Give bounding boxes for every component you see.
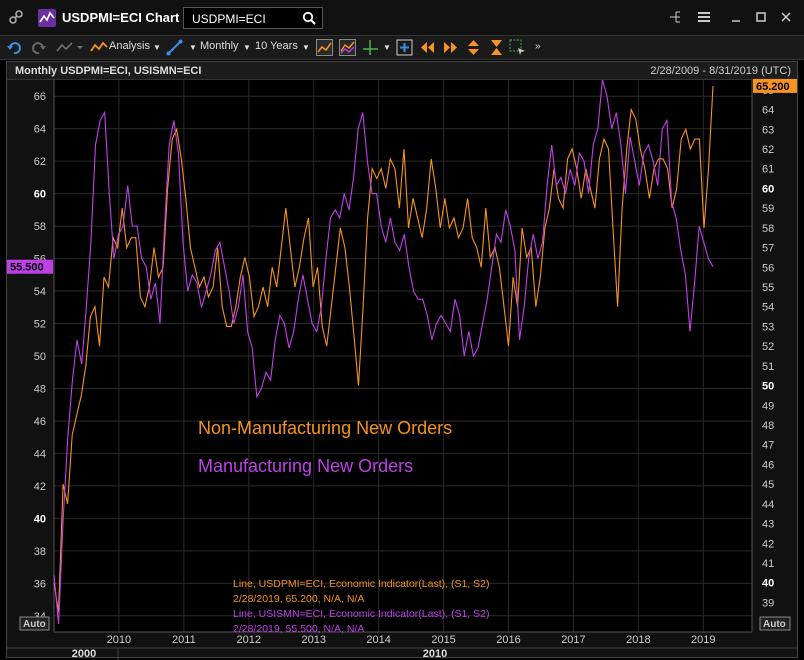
x-tick-label: 2014 <box>366 634 390 646</box>
left-tick-label: 42 <box>34 481 46 493</box>
x-major-label: 2000 <box>72 648 96 660</box>
info-line: Line, USISMN=ECI, Economic Indicator(Las… <box>233 608 489 620</box>
auto-left-label: Auto <box>23 619 46 630</box>
left-tick-label: 52 <box>34 319 46 331</box>
right-tick-label: 53 <box>762 321 774 333</box>
right-tick-label: 40 <box>762 578 774 590</box>
right-tick-label: 57 <box>762 243 774 255</box>
right-tick-label: 64 <box>762 105 774 117</box>
x-tick-label: 2017 <box>561 634 585 646</box>
right-tick-label: 50 <box>762 381 774 393</box>
right-tick-label: 45 <box>762 479 774 491</box>
left-tick-label: 58 <box>34 221 46 233</box>
left-tick-label: 36 <box>34 578 46 590</box>
last-value-orange: 65.200 <box>756 81 790 93</box>
x-tick-label: 2016 <box>496 634 520 646</box>
right-tick-label: 55 <box>762 282 774 294</box>
x-tick-label: 2012 <box>237 634 261 646</box>
left-tick-label: 38 <box>34 546 46 558</box>
auto-right-label: Auto <box>763 619 786 630</box>
left-tick-label: 44 <box>34 448 46 460</box>
right-tick-label: 42 <box>762 538 774 550</box>
x-tick-label: 2010 <box>107 634 131 646</box>
x-major-label: 2010 <box>423 648 447 660</box>
right-tick-label: 62 <box>762 144 774 156</box>
left-tick-label: 62 <box>34 156 46 168</box>
left-tick-label: 50 <box>34 351 46 363</box>
info-line: 2/28/2019, 65.200, N/A, N/A <box>233 593 364 605</box>
right-tick-label: 54 <box>762 302 774 314</box>
right-tick-label: 59 <box>762 203 774 215</box>
right-tick-label: 46 <box>762 459 774 471</box>
right-tick-label: 41 <box>762 558 774 570</box>
right-tick-label: 39 <box>762 597 774 609</box>
left-tick-label: 64 <box>34 124 46 136</box>
legend-non-manufacturing: Non-Manufacturing New Orders <box>198 418 452 438</box>
left-tick-label: 60 <box>34 189 46 201</box>
x-tick-label: 2013 <box>301 634 325 646</box>
right-tick-label: 51 <box>762 361 774 373</box>
info-line: 2/28/2019, 55.500, N/A, N/A <box>233 623 364 635</box>
left-tick-label: 40 <box>34 513 46 525</box>
legend-manufacturing: Manufacturing New Orders <box>198 456 413 476</box>
left-tick-label: 48 <box>34 383 46 395</box>
x-tick-label: 2015 <box>431 634 455 646</box>
chart-canvas[interactable]: 6664626058565452504846444240383634656463… <box>0 0 804 660</box>
right-tick-label: 58 <box>762 223 774 235</box>
x-tick-label: 2018 <box>626 634 650 646</box>
right-tick-label: 52 <box>762 341 774 353</box>
info-line: Line, USDPMI=ECI, Economic Indicator(Las… <box>233 578 489 590</box>
right-tick-label: 63 <box>762 124 774 136</box>
right-tick-label: 43 <box>762 519 774 531</box>
left-tick-label: 46 <box>34 416 46 428</box>
right-tick-label: 47 <box>762 440 774 452</box>
x-tick-label: 2011 <box>172 634 196 646</box>
right-tick-label: 49 <box>762 400 774 412</box>
left-tick-label: 54 <box>34 286 46 298</box>
last-value-purple: 55.500 <box>10 262 44 274</box>
right-tick-label: 56 <box>762 262 774 274</box>
left-tick-label: 66 <box>34 91 46 103</box>
right-tick-label: 44 <box>762 499 774 511</box>
right-tick-label: 48 <box>762 420 774 432</box>
x-tick-label: 2019 <box>691 634 715 646</box>
right-tick-label: 61 <box>762 164 774 176</box>
right-tick-label: 60 <box>762 183 774 195</box>
